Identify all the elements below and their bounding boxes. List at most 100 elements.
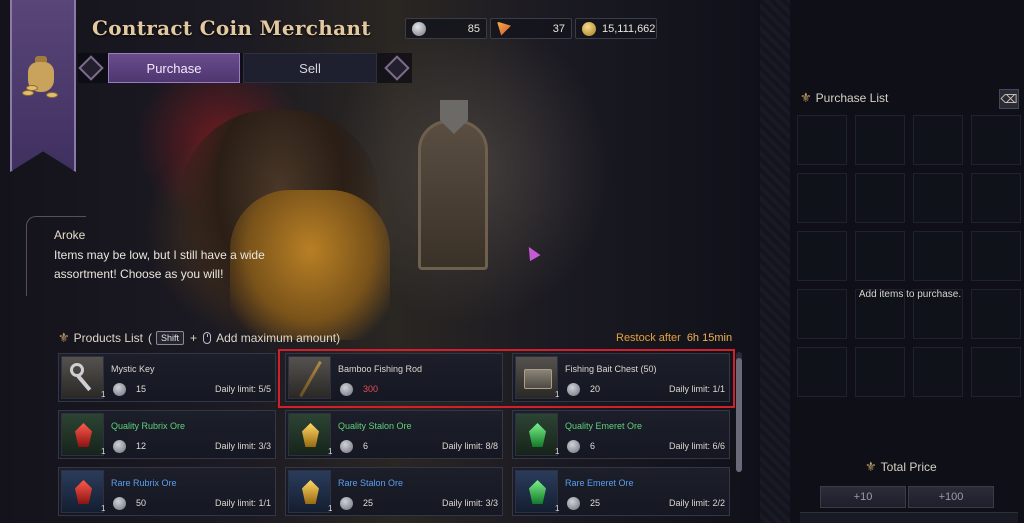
item-name: Rare Stalon Ore xyxy=(338,478,404,488)
purchase-slot[interactable] xyxy=(913,347,963,397)
item-qty: 1 xyxy=(101,447,106,456)
purchase-slot[interactable] xyxy=(971,173,1021,223)
shift-key-label: Shift xyxy=(161,333,180,343)
item-name: Quality Rubrix Ore xyxy=(111,421,186,431)
item-name: Bamboo Fishing Rod xyxy=(338,364,423,374)
green-ore-icon xyxy=(529,480,546,504)
restock-value: 6h 15min xyxy=(686,332,733,344)
item-price: 20 xyxy=(590,384,601,394)
coin-icon xyxy=(567,440,580,453)
clear-list-button[interactable]: ⌫ xyxy=(999,89,1019,109)
daily-limit: Daily limit: 1/1 xyxy=(214,498,271,508)
shift-key-icon: Shift xyxy=(156,331,185,345)
item-qty: 1 xyxy=(328,447,333,456)
products-list-title: Products List xyxy=(73,331,144,345)
mouse-icon xyxy=(203,332,212,344)
coin-icon xyxy=(340,383,353,396)
product-card-mystic-key[interactable]: 1 Mystic Key 15 Daily limit: 5/5 xyxy=(58,353,276,402)
background-window xyxy=(418,120,488,270)
tab-purchase[interactable]: Purchase xyxy=(108,53,240,83)
coin-icon xyxy=(340,497,353,510)
daily-limit: Daily limit: 3/3 xyxy=(214,441,271,451)
purchase-list-header: ⚜ Purchase List xyxy=(800,90,888,106)
restock-timer: Restock after 6h 15min xyxy=(616,332,732,344)
item-name: Quality Stalon Ore xyxy=(338,421,412,431)
fleur-icon: ⚜ xyxy=(800,90,812,105)
bottom-bar xyxy=(800,512,1018,523)
product-card-quality-stalon-ore[interactable]: 1 Quality Stalon Ore 6 Daily limit: 8/8 xyxy=(285,410,503,459)
purchase-slot[interactable] xyxy=(855,347,905,397)
speaker-name: Aroke xyxy=(54,228,86,242)
green-ore-icon xyxy=(529,423,546,447)
tab-right-arrow-icon xyxy=(384,55,410,81)
daily-limit: Daily limit: 2/2 xyxy=(668,498,725,508)
item-thumbnail: 1 xyxy=(515,413,560,456)
item-qty: 1 xyxy=(555,390,560,399)
item-price: 15 xyxy=(136,384,147,394)
coin-icon xyxy=(113,440,126,453)
product-card-rare-rubrix-ore[interactable]: 1 Rare Rubrix Ore 50 Daily limit: 1/1 xyxy=(58,467,276,516)
coin-icon xyxy=(113,383,126,396)
purchase-slot[interactable] xyxy=(797,231,847,281)
item-qty: 1 xyxy=(555,447,560,456)
red-ore-icon xyxy=(75,480,92,504)
item-name: Rare Emeret Ore xyxy=(565,478,634,488)
daily-limit: Daily limit: 3/3 xyxy=(441,498,498,508)
item-thumbnail: 1 xyxy=(61,356,106,399)
chest-icon xyxy=(524,369,552,389)
tab-sell[interactable]: Sell xyxy=(243,53,377,83)
purchase-slot[interactable] xyxy=(971,347,1021,397)
product-card-fishing-bait-chest[interactable]: 1 Fishing Bait Chest (50) 20 Daily limit… xyxy=(512,353,730,402)
scrollbar-thumb[interactable] xyxy=(736,358,742,472)
daily-limit: Daily limit: 8/8 xyxy=(441,441,498,451)
purchase-slot[interactable] xyxy=(797,115,847,165)
currency-gold: 15,111,662 xyxy=(575,18,657,39)
purchase-slot[interactable] xyxy=(797,347,847,397)
max-amount-hint: Add maximum amount) xyxy=(216,331,341,345)
products-list-header: ⚜ Products List ( Shift + Add maximum am… xyxy=(58,330,340,346)
purchase-slot[interactable] xyxy=(971,115,1021,165)
purchase-slot[interactable] xyxy=(855,115,905,165)
item-qty: 1 xyxy=(101,390,106,399)
pizza-slice-icon xyxy=(497,21,511,36)
add-10-button[interactable]: +10 xyxy=(820,486,906,508)
product-card-quality-rubrix-ore[interactable]: 1 Quality Rubrix Ore 12 Daily limit: 3/3 xyxy=(58,410,276,459)
item-qty: 1 xyxy=(101,504,106,513)
purchase-slot[interactable] xyxy=(971,231,1021,281)
plus-sign: + xyxy=(190,331,198,345)
purchase-slot[interactable] xyxy=(855,231,905,281)
broom-icon: ⌫ xyxy=(1000,92,1018,106)
purchase-list-title: Purchase List xyxy=(815,91,889,105)
daily-limit: Daily limit: 1/1 xyxy=(668,384,725,394)
product-card-rare-emeret-ore[interactable]: 1 Rare Emeret Ore 25 Daily limit: 2/2 xyxy=(512,467,730,516)
item-price: 25 xyxy=(590,498,601,508)
purchase-slot[interactable] xyxy=(913,231,963,281)
yellow-ore-icon xyxy=(302,423,319,447)
total-price-title: Total Price xyxy=(880,460,937,474)
item-thumbnail xyxy=(288,356,331,399)
total-price-header: ⚜ Total Price xyxy=(865,459,937,475)
item-qty: 1 xyxy=(555,504,560,513)
item-qty: 1 xyxy=(328,504,333,513)
item-thumbnail: 1 xyxy=(61,470,106,513)
product-card-quality-emeret-ore[interactable]: 1 Quality Emeret Ore 6 Daily limit: 6/6 xyxy=(512,410,730,459)
currency-value: 85 xyxy=(467,22,480,35)
currency-silver: 85 xyxy=(405,18,487,39)
fleur-icon: ⚜ xyxy=(58,330,70,345)
tab-left-arrow-icon xyxy=(78,55,104,81)
products-scrollbar[interactable] xyxy=(736,352,742,472)
product-card-rare-stalon-ore[interactable]: 1 Rare Stalon Ore 25 Daily limit: 3/3 xyxy=(285,467,503,516)
purchase-slot[interactable] xyxy=(913,115,963,165)
purchase-slot[interactable] xyxy=(797,173,847,223)
fishing-rod-icon xyxy=(299,360,322,398)
product-card-bamboo-fishing-rod[interactable]: Bamboo Fishing Rod 300 xyxy=(285,353,503,402)
purchase-slot[interactable] xyxy=(855,173,905,223)
paren-open: ( xyxy=(148,331,153,345)
coin-icon xyxy=(113,497,126,510)
item-thumbnail: 1 xyxy=(515,470,560,513)
purchase-slot[interactable] xyxy=(913,173,963,223)
item-name: Mystic Key xyxy=(111,364,155,374)
add-100-button[interactable]: +100 xyxy=(908,486,994,508)
item-price: 6 xyxy=(363,441,369,451)
silver-coin-icon xyxy=(412,21,426,36)
